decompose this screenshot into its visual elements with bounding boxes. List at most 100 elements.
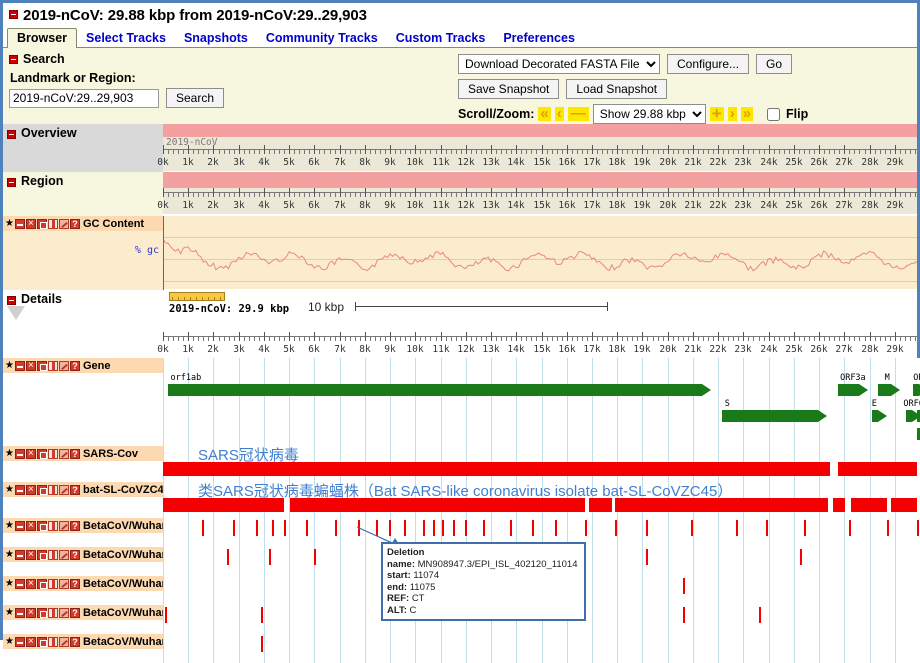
pin-track-icon[interactable] [48,521,58,531]
collapse-track-icon[interactable] [15,608,25,618]
pin-track-icon[interactable] [48,550,58,560]
close-track-icon[interactable] [26,219,36,229]
collapse-icon[interactable] [9,55,18,64]
favorite-star-icon[interactable]: ★ [5,550,14,560]
tab-select-tracks[interactable]: Select Tracks [77,29,175,48]
edit-track-icon[interactable] [59,637,69,647]
details-collapse-arrow-icon[interactable] [7,306,25,320]
edit-track-icon[interactable] [59,521,69,531]
tab-snapshots[interactable]: Snapshots [175,29,257,48]
variant-mark[interactable] [646,549,648,565]
tab-community-tracks[interactable]: Community Tracks [257,29,387,48]
variant-mark[interactable] [453,520,455,536]
favorite-star-icon[interactable]: ★ [5,361,14,371]
edit-track-icon[interactable] [59,449,69,459]
alignment-segment[interactable] [833,498,846,512]
variant-mark[interactable] [227,549,229,565]
variant-mark[interactable] [683,607,685,623]
gene-track-header[interactable]: ★ Gene [3,358,163,373]
variant-mark[interactable] [202,520,204,536]
edit-track-icon[interactable] [59,579,69,589]
variant-mark[interactable] [433,520,435,536]
variant-mark[interactable] [759,607,761,623]
variant-mark[interactable] [691,520,693,536]
nav-far-left-icon[interactable]: « [538,107,550,121]
image-track-icon[interactable] [37,637,47,647]
variant-mark[interactable] [800,549,802,565]
collapse-track-icon[interactable] [15,485,25,495]
variant-mark[interactable] [804,520,806,536]
deletion-tooltip[interactable]: Deletionname: MN908947.3/EPI_ISL_402120_… [381,542,586,621]
close-track-icon[interactable] [26,550,36,560]
help-track-icon[interactable] [70,219,80,229]
collapse-icon[interactable] [7,130,16,139]
collapse-track-icon[interactable] [15,361,25,371]
close-track-icon[interactable] [26,521,36,531]
wiv02-track-header[interactable]: ★ BetaCoV/Wuhan/WIV02/2019 [3,605,163,620]
variant-mark[interactable] [261,607,263,623]
close-track-icon[interactable] [26,361,36,371]
image-track-icon[interactable] [37,219,47,229]
download-format-select[interactable]: Download Decorated FASTA File [458,54,660,74]
variant-mark[interactable] [736,520,738,536]
variant-mark[interactable] [532,520,534,536]
image-track-icon[interactable] [37,550,47,560]
variant-mark[interactable] [306,520,308,536]
gene-feature[interactable] [838,384,859,396]
alignment-segment[interactable] [838,462,917,476]
pin-track-icon[interactable] [48,637,58,647]
zoom-level-select[interactable]: Show 29.88 kbp [593,104,706,124]
help-track-icon[interactable] [70,550,80,560]
alignment-segment[interactable] [891,498,917,512]
search-button[interactable]: Search [166,88,224,108]
alignment-segment[interactable] [851,498,887,512]
collapse-icon[interactable] [7,296,16,305]
close-track-icon[interactable] [26,637,36,647]
nav-far-right-icon[interactable]: » [741,107,753,121]
collapse-track-icon[interactable] [15,579,25,589]
variant-mark[interactable] [261,636,263,652]
wiv04-track-header[interactable]: ★ BetaCoV/Wuhan/WIV04/2019 [3,634,163,649]
variant-mark[interactable] [269,549,271,565]
search-input[interactable] [9,89,159,108]
edit-track-icon[interactable] [59,485,69,495]
variant-mark[interactable] [483,520,485,536]
save-snapshot-button[interactable]: Save Snapshot [458,79,559,99]
help-track-icon[interactable] [70,485,80,495]
edit-track-icon[interactable] [59,219,69,229]
gc-track-header[interactable]: ★ GC Content [3,216,163,231]
pin-track-icon[interactable] [48,449,58,459]
collapse-track-icon[interactable] [15,219,25,229]
details-ruler[interactable]: 0k1k2k3k4k5k6k7k8k9k10k11k12k13k14k15k16… [163,332,917,358]
collapse-icon[interactable] [7,178,16,187]
variant-mark[interactable] [423,520,425,536]
help-track-icon[interactable] [70,579,80,589]
edit-track-icon[interactable] [59,361,69,371]
overview-ruler[interactable]: 0k1k2k3k4k5k6k7k8k9k10k11k12k13k14k15k16… [163,145,917,171]
favorite-star-icon[interactable]: ★ [5,485,14,495]
close-track-icon[interactable] [26,485,36,495]
zoom-out-icon[interactable]: — [568,107,589,121]
collapse-track-icon[interactable] [15,521,25,531]
pin-track-icon[interactable] [48,361,58,371]
flip-checkbox[interactable] [767,108,780,121]
variant-mark[interactable] [849,520,851,536]
collapse-icon[interactable] [9,10,18,19]
image-track-icon[interactable] [37,521,47,531]
image-track-icon[interactable] [37,579,47,589]
variant-mark[interactable] [615,520,617,536]
go-button[interactable]: Go [756,54,792,74]
edit-track-icon[interactable] [59,608,69,618]
region-ruler[interactable]: 0k1k2k3k4k5k6k7k8k9k10k11k12k13k14k15k16… [163,188,917,214]
hb04-track-header[interactable]: ★ BetaCoV/Wuhan/IVDC-HB-04/2020 [3,547,163,562]
variant-mark[interactable] [256,520,258,536]
wiv05-track-header[interactable]: ★ BetaCoV/Wuhan/WIV05/2019 [3,576,163,591]
help-track-icon[interactable] [70,637,80,647]
image-track-icon[interactable] [37,449,47,459]
nav-right-icon[interactable]: › [728,107,737,121]
collapse-track-icon[interactable] [15,637,25,647]
image-track-icon[interactable] [37,361,47,371]
pin-track-icon[interactable] [48,219,58,229]
gene-feature[interactable] [878,384,891,396]
gene-feature[interactable] [168,384,703,396]
